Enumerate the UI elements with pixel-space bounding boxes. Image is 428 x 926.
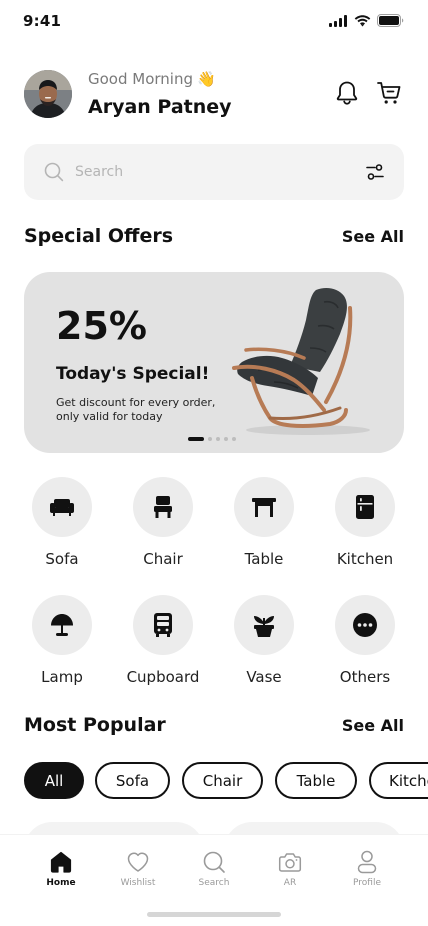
nav-ar[interactable]: AR (260, 849, 320, 888)
signal-icon (329, 14, 347, 27)
category-label: Kitchen (336, 550, 394, 568)
battery-icon (377, 14, 404, 27)
cupboard-icon (154, 613, 172, 637)
filter-icon[interactable] (366, 163, 384, 181)
category-label: Vase (246, 668, 282, 686)
category-icon-bg (234, 595, 294, 655)
special-offers-see-all[interactable]: See All (342, 227, 404, 246)
nav-label: Wishlist (120, 878, 156, 888)
nav-label: Profile (353, 878, 381, 888)
vase-icon (254, 616, 274, 637)
category-icon-bg (133, 595, 193, 655)
greeting: Good Morning 👋 (88, 70, 216, 88)
search-icon (203, 851, 225, 873)
filter-chip-all[interactable]: All (24, 762, 84, 799)
status-time: 9:41 (23, 12, 62, 30)
special-offer-card[interactable]: 25% Today's Special! Get discount for ev… (24, 272, 404, 453)
category-icon-bg (32, 595, 92, 655)
wave-emoji: 👋 (197, 70, 216, 88)
category-label: Table (244, 550, 284, 568)
cart-button[interactable] (376, 80, 402, 106)
nav-search[interactable]: Search (184, 849, 244, 888)
header: Good Morning 👋 Aryan Patney (24, 70, 404, 118)
carousel-dot[interactable] (188, 437, 204, 441)
category-cupboard[interactable]: Cupboard (123, 595, 203, 686)
bell-icon (336, 81, 358, 105)
filter-chip-kitchen[interactable]: Kitchen (369, 762, 428, 799)
chair-icon (154, 496, 172, 518)
category-sofa[interactable]: Sofa (22, 477, 102, 568)
category-table[interactable]: Table (224, 477, 304, 568)
carousel-dot[interactable] (232, 437, 236, 441)
filter-chip-chair[interactable]: Chair (182, 762, 263, 799)
camera-icon (278, 853, 302, 872)
cart-icon (377, 82, 401, 104)
category-icon-bg (335, 477, 395, 537)
category-label: Others (339, 668, 391, 686)
search-bar (24, 144, 404, 200)
user-name: Aryan Patney (88, 96, 232, 118)
category-label: Chair (143, 550, 183, 568)
armchair-image (232, 288, 370, 435)
status-icons (329, 14, 404, 27)
search-icon (44, 162, 64, 182)
nav-label: Search (198, 878, 230, 888)
category-kitchen[interactable]: Kitchen (325, 477, 405, 568)
category-label: Lamp (41, 668, 83, 686)
filter-chips: All Sofa Chair Table Kitchen (24, 762, 428, 800)
lamp-icon (51, 614, 73, 636)
category-icon-bg (32, 477, 92, 537)
category-icon-bg (133, 477, 193, 537)
more-icon (353, 613, 377, 637)
carousel-dot[interactable] (208, 437, 212, 441)
carousel-dot[interactable] (224, 437, 228, 441)
offer-description: Get discount for every order, only valid… (56, 396, 216, 423)
special-offers-title: Special Offers (24, 225, 174, 247)
category-lamp[interactable]: Lamp (22, 595, 102, 686)
category-icon-bg (335, 595, 395, 655)
greeting-text: Good Morning (88, 70, 193, 88)
most-popular-see-all[interactable]: See All (342, 716, 404, 735)
avatar-photo (24, 70, 72, 118)
table-icon (252, 498, 276, 517)
heart-icon (127, 852, 149, 872)
search-input[interactable] (75, 160, 335, 184)
wifi-icon (354, 14, 371, 26)
filter-chip-table[interactable]: Table (275, 762, 357, 799)
sofa-icon (50, 499, 74, 516)
carousel-dots[interactable] (188, 437, 236, 441)
home-icon (50, 851, 72, 873)
avatar[interactable] (24, 70, 72, 118)
kitchen-icon (356, 495, 374, 519)
category-chair[interactable]: Chair (123, 477, 203, 568)
nav-label: Home (46, 878, 76, 888)
notification-button[interactable] (334, 80, 360, 106)
category-label: Sofa (45, 550, 79, 568)
filter-chip-sofa[interactable]: Sofa (95, 762, 170, 799)
nav-label: AR (283, 878, 297, 888)
nav-wishlist[interactable]: Wishlist (108, 849, 168, 888)
status-bar: 9:41 (0, 0, 428, 44)
nav-profile[interactable]: Profile (337, 849, 397, 888)
profile-icon (357, 850, 377, 874)
offer-percent: 25% (56, 304, 147, 348)
most-popular-title: Most Popular (24, 714, 166, 736)
category-others[interactable]: Others (325, 595, 405, 686)
category-vase[interactable]: Vase (224, 595, 304, 686)
carousel-dot[interactable] (216, 437, 220, 441)
home-indicator (147, 912, 281, 917)
category-icon-bg (234, 477, 294, 537)
category-label: Cupboard (126, 668, 200, 686)
nav-home[interactable]: Home (31, 849, 91, 888)
offer-title: Today's Special! (56, 364, 210, 384)
